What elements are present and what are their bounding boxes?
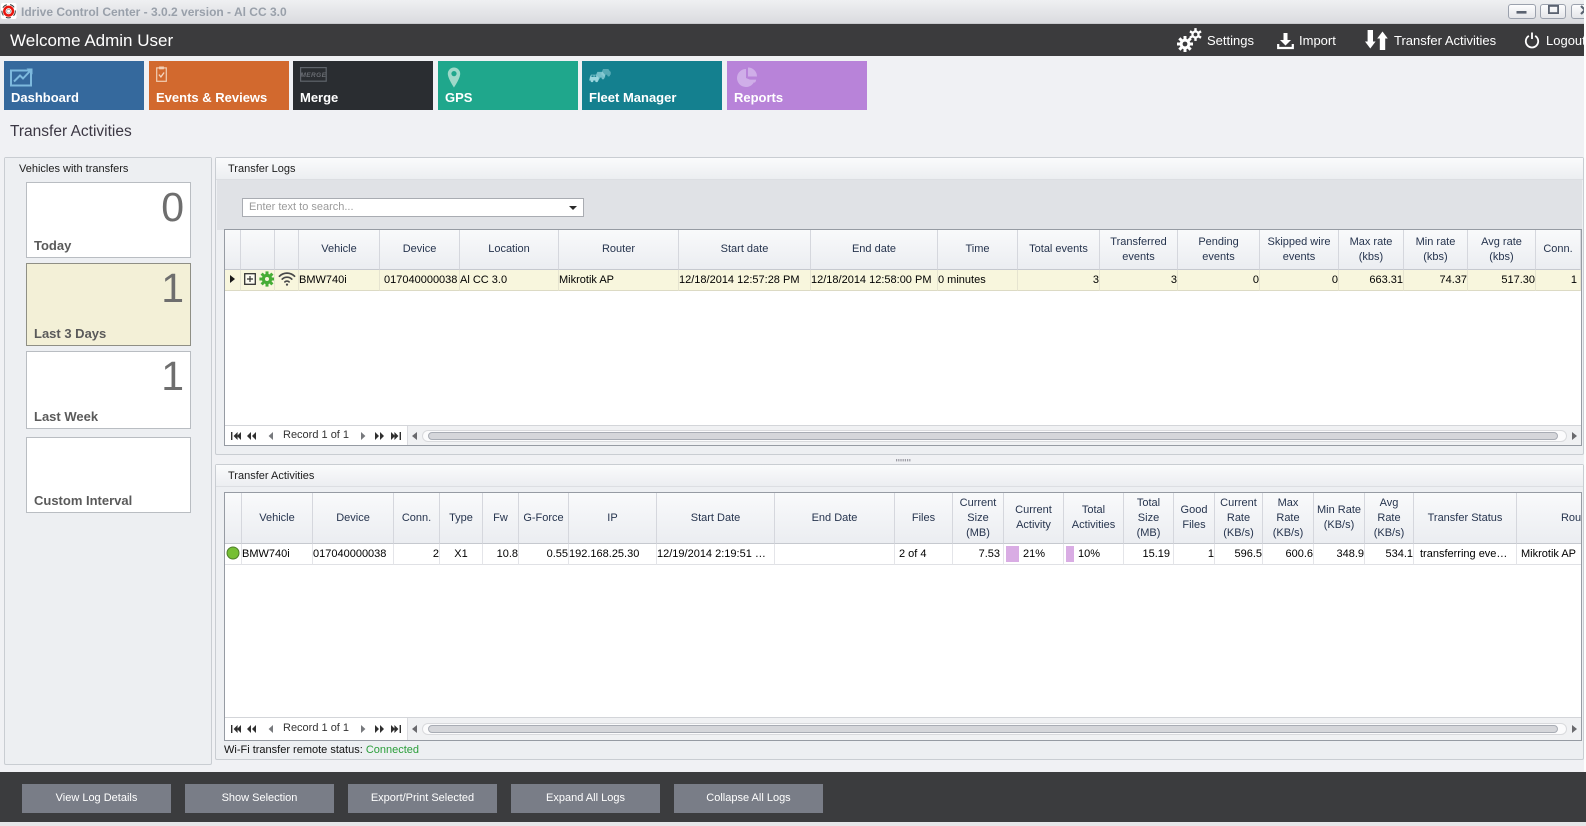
svg-text:MERGE: MERGE: [300, 72, 326, 79]
